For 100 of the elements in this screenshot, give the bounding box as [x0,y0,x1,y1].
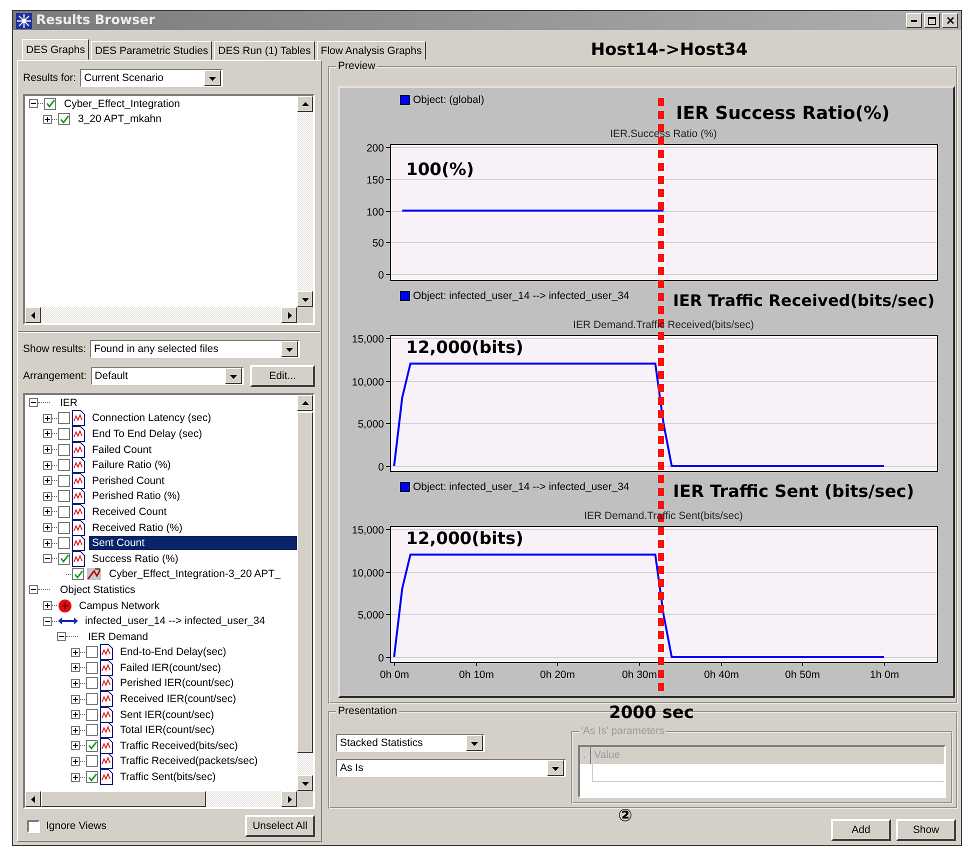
expand-button[interactable] [71,756,80,766]
presentation-dropdown[interactable]: As Is [336,759,566,777]
tree-item[interactable]: Campus Network [76,598,163,613]
tree-view[interactable] [23,393,315,809]
scroll-up-button[interactable] [297,395,313,411]
tree-item[interactable]: Perished Count [89,474,168,488]
dropdown-button[interactable] [281,341,298,357]
scroll-right-button[interactable] [281,307,297,323]
dropdown-button[interactable] [225,368,242,384]
checkbox[interactable] [86,693,98,706]
checkbox[interactable] [44,98,56,110]
vertical-scrollbar[interactable] [297,96,313,307]
tab[interactable]: DES Graphs [22,39,89,60]
collapse-button[interactable] [57,632,66,642]
checkbox[interactable] [86,646,98,658]
scrollbar-thumb[interactable] [41,791,206,807]
expand-button[interactable] [71,726,80,735]
action-button[interactable]: Add [831,819,891,841]
checkbox[interactable] [58,490,70,502]
tree-item[interactable]: Connection Latency (sec) [89,411,214,426]
tree-item[interactable]: 3_20 APT_mkahn [75,112,164,126]
expand-button[interactable] [71,772,80,782]
expand-button[interactable] [43,445,52,454]
arrangement-dropdown[interactable]: Default [90,367,244,385]
expand-button[interactable] [43,492,52,501]
tree-item[interactable]: Sent Count [89,536,297,550]
edit-button[interactable]: Edit... [250,365,315,387]
expand-button[interactable] [71,678,80,688]
tree-item[interactable]: Perished IER(count/sec) [117,676,237,690]
checkbox[interactable] [58,428,70,440]
checkbox[interactable] [86,724,98,736]
horizontal-scrollbar[interactable] [25,791,297,807]
dropdown-button[interactable] [547,760,564,776]
tree-item[interactable]: End To End Delay (sec) [89,426,206,441]
checkbox[interactable] [86,755,98,768]
results-for-dropdown[interactable]: Current Scenario [80,69,224,87]
expand-button[interactable] [43,601,52,610]
checkbox[interactable] [58,412,70,424]
close-button[interactable] [942,13,958,28]
tab[interactable]: DES Run (1) Tables [214,41,315,60]
tree-item[interactable]: Object Statistics [57,582,138,597]
collapse-button[interactable] [29,585,38,594]
tree-item[interactable]: Cyber_Effect_Integration-3_20 APT_ [106,567,284,582]
expand-button[interactable] [43,523,52,532]
checkbox[interactable] [58,537,70,550]
scroll-left-button[interactable] [25,791,41,807]
checkbox[interactable] [86,677,98,690]
tree-item[interactable]: Failed IER(count/sec) [117,660,224,675]
minimize-button[interactable] [906,13,922,28]
tree-item[interactable]: Received Ratio (%) [89,520,186,535]
tree-item[interactable]: IER Demand [85,630,152,644]
expand-button[interactable] [43,414,52,423]
tree-item[interactable]: Failed Count [89,442,155,457]
checkbox[interactable] [86,708,98,721]
expand-button[interactable] [71,648,80,657]
checkbox[interactable] [58,506,70,518]
expand-button[interactable] [43,507,52,516]
tree-item[interactable]: Traffic Received(bits/sec) [117,738,241,753]
tree-item[interactable]: Cyber_Effect_Integration [61,96,183,111]
tree-item[interactable]: Sent IER(count/sec) [117,708,217,722]
tree-item[interactable]: infected_user_14 --> infected_user_34 [82,614,268,628]
expand-button[interactable] [43,429,52,438]
expand-button[interactable] [43,460,52,470]
checkbox[interactable] [86,662,98,674]
checkbox[interactable] [86,771,98,784]
tree-item[interactable]: Perished Ratio (%) [89,489,184,504]
checkbox[interactable] [58,444,70,456]
horizontal-scrollbar[interactable] [25,307,297,323]
tree-item[interactable]: Received IER(count/sec) [117,692,240,706]
checkbox[interactable] [27,820,40,832]
scroll-down-button[interactable] [297,291,313,307]
expand-button[interactable] [71,710,80,720]
tree-view[interactable]: Cyber_Effect_Integration 3_20 APT_mkahn [23,94,315,325]
presentation-dropdown[interactable]: Stacked Statistics [336,734,485,752]
scroll-right-button[interactable] [281,791,297,807]
checkbox[interactable] [58,113,70,126]
expand-button[interactable] [71,663,80,672]
tab[interactable]: Flow Analysis Graphs [316,41,426,60]
dropdown-button[interactable] [204,70,222,86]
expand-button[interactable] [43,538,52,548]
scroll-left-button[interactable] [25,307,41,323]
maximize-button[interactable] [924,13,940,28]
tree-item[interactable]: Received Count [89,504,170,519]
expand-button[interactable] [71,694,80,704]
tree-item[interactable]: Traffic Sent(bits/sec) [117,770,219,784]
collapse-button[interactable] [43,554,52,564]
collapse-button[interactable] [29,99,38,108]
tree-item[interactable]: End-to-End Delay(sec) [117,645,230,660]
checkbox[interactable] [58,459,70,472]
tab[interactable]: DES Parametric Studies [90,41,212,60]
collapse-button[interactable] [29,398,38,408]
scroll-down-button[interactable] [297,775,313,791]
scroll-up-button[interactable] [297,96,313,112]
checkbox[interactable] [72,568,84,580]
tree-item[interactable]: IER [57,396,81,410]
checkbox[interactable] [58,474,70,487]
action-button[interactable]: Show [896,819,956,841]
dropdown-button[interactable] [466,735,483,751]
collapse-button[interactable] [43,616,52,626]
tree-item[interactable]: Traffic Received(packets/sec) [117,754,261,768]
